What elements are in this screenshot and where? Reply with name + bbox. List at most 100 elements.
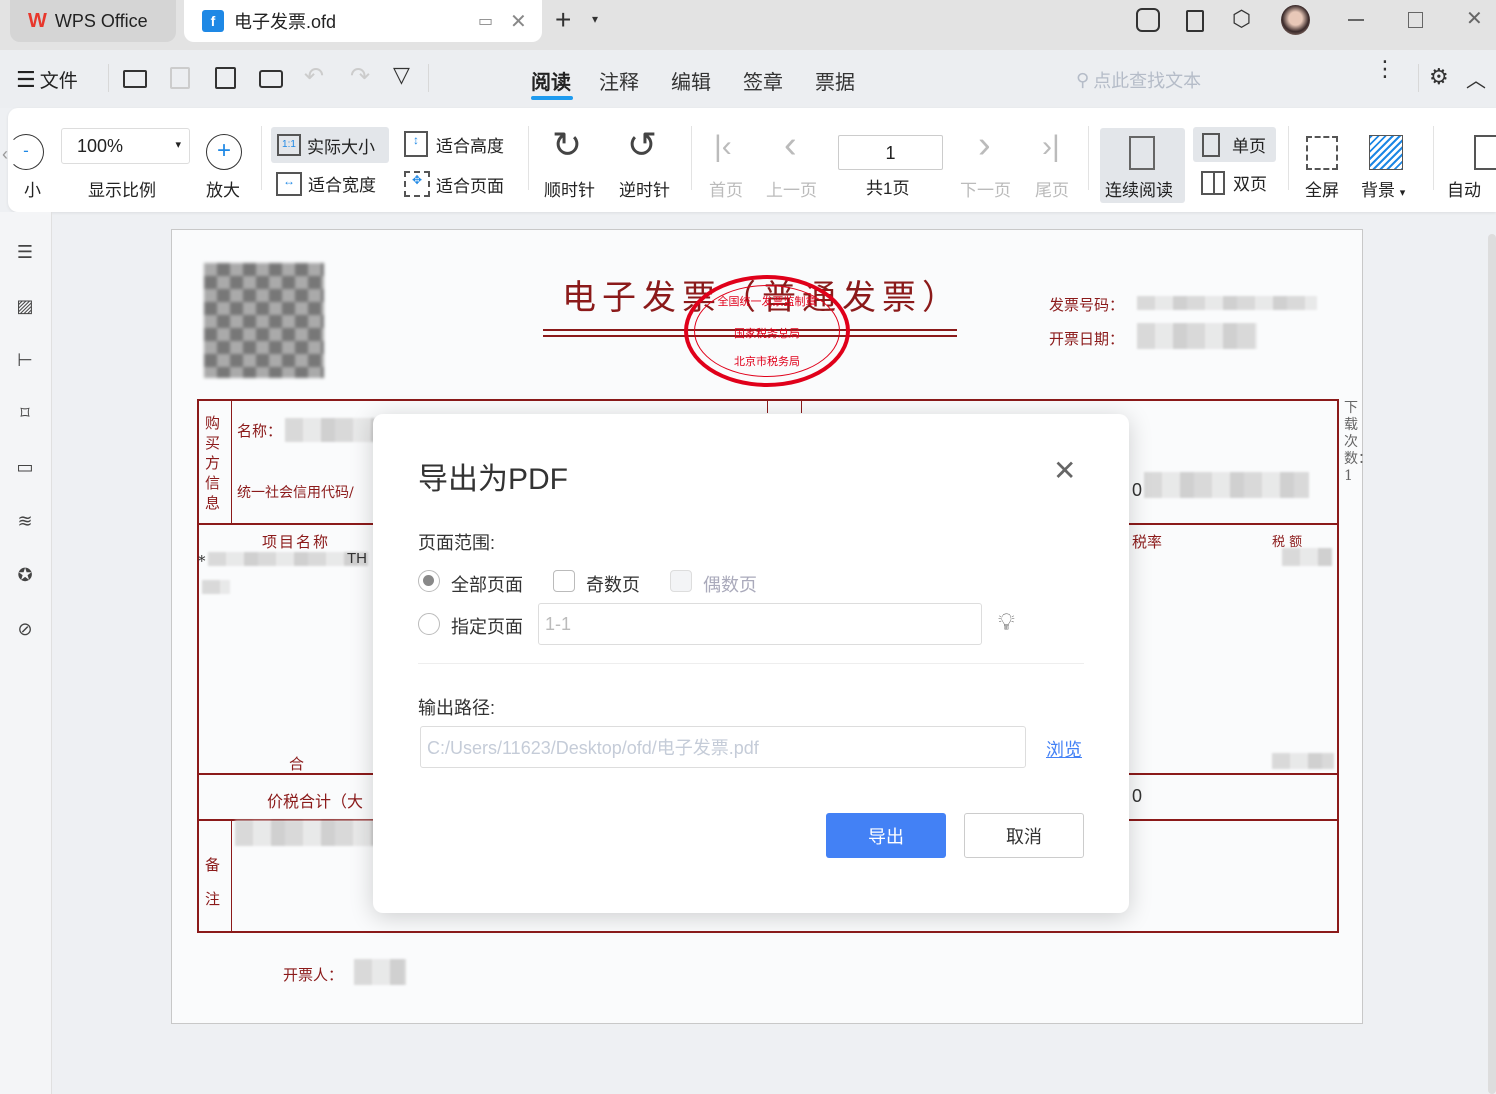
odd-pages-checkbox[interactable] xyxy=(553,570,575,592)
print-icon[interactable] xyxy=(259,70,283,88)
fullscreen-label[interactable]: 全屏 xyxy=(1305,176,1339,201)
open-folder-icon[interactable] xyxy=(123,70,147,88)
background-icon[interactable] xyxy=(1369,135,1403,170)
last-page-label[interactable]: 尾页 xyxy=(1035,176,1069,201)
search-placeholder: 点此查找文本 xyxy=(1093,71,1202,91)
active-tab-indicator xyxy=(531,96,573,100)
lightbulb-icon[interactable]: 💡︎ xyxy=(998,609,1015,637)
rotate-clockwise-icon[interactable]: ↻ xyxy=(552,124,582,166)
auto-scroll-icon[interactable] xyxy=(1474,135,1496,170)
next-page-icon[interactable]: › xyxy=(978,124,991,167)
new-tab-icon[interactable]: + xyxy=(555,4,571,36)
zoom-value: 100% xyxy=(77,136,124,156)
layers-icon[interactable]: ≋ xyxy=(13,509,37,533)
prev-page-label[interactable]: 上一页 xyxy=(766,176,817,201)
redo-icon[interactable]: ↷ xyxy=(350,62,370,91)
even-pages-checkbox[interactable] xyxy=(670,570,692,592)
invoice-number-label: 发票号码： xyxy=(1049,296,1125,314)
close-window-icon[interactable]: ✕ xyxy=(1466,6,1483,31)
zoom-in-icon[interactable]: + xyxy=(206,134,242,170)
close-tab-icon[interactable]: ✕ xyxy=(510,9,527,34)
tab-document[interactable]: f 电子发票.ofd ▭ ✕ xyxy=(184,0,542,42)
rotate-counterclockwise-label[interactable]: 逆时针 xyxy=(619,176,670,201)
rotate-clockwise-label[interactable]: 顺时针 xyxy=(544,176,595,201)
zoom-out-label[interactable]: 小 xyxy=(24,176,41,201)
tab-invoice[interactable]: 票据 xyxy=(815,66,855,95)
cube-icon[interactable]: ⬡ xyxy=(1232,6,1251,32)
comment-icon[interactable]: ▭ xyxy=(13,455,37,479)
save-icon[interactable] xyxy=(170,67,190,89)
first-page-label[interactable]: 首页 xyxy=(709,176,743,201)
minimize-icon[interactable] xyxy=(1348,19,1364,21)
more-dropdown-icon[interactable]: ▽ xyxy=(393,62,410,88)
next-page-label[interactable]: 下一页 xyxy=(960,176,1011,201)
tab-wps-home[interactable]: W WPS Office xyxy=(10,0,176,42)
monitor-icon[interactable]: ▭ xyxy=(478,11,493,31)
label: 双页 xyxy=(1233,175,1267,194)
tab-read[interactable]: 阅读 xyxy=(531,66,571,95)
continuous-read-button[interactable]: 连续阅读 xyxy=(1100,128,1185,203)
maximize-icon[interactable] xyxy=(1408,12,1423,28)
last-page-icon[interactable]: ›| xyxy=(1042,130,1060,164)
stamp-icon[interactable]: ✪ xyxy=(13,563,37,587)
tab-sign[interactable]: 签章 xyxy=(743,66,783,95)
fit-width-button[interactable]: ↔ 适合宽度 xyxy=(276,171,376,196)
continuous-read-icon xyxy=(1129,136,1155,170)
background-button[interactable]: 背景 ▾ xyxy=(1361,176,1405,201)
actual-size-button[interactable]: 1:1 实际大小 xyxy=(271,127,389,163)
chevron-down-icon[interactable]: ▾ xyxy=(592,12,598,26)
save-as-icon[interactable] xyxy=(215,67,236,89)
fit-page-button[interactable]: ✥ 适合页面 xyxy=(404,171,504,197)
more-options-icon[interactable]: ⋮ xyxy=(1374,58,1396,80)
prev-page-icon[interactable]: ‹ xyxy=(784,124,797,167)
page-number-input[interactable]: 1 xyxy=(838,135,943,170)
ai-assistant-icon[interactable] xyxy=(1136,8,1160,32)
attachment-icon[interactable]: ⊘ xyxy=(13,617,37,641)
tab-annotate[interactable]: 注释 xyxy=(599,66,639,95)
thumbnail-icon[interactable]: ▨ xyxy=(13,294,37,318)
specific-pages-radio[interactable] xyxy=(418,613,440,635)
browse-link[interactable]: 浏览 xyxy=(1046,736,1082,762)
scrollbar[interactable] xyxy=(1488,234,1496,1094)
undo-icon[interactable]: ↶ xyxy=(304,62,324,91)
output-path-input[interactable]: C:/Users/11623/Desktop/ofd/电子发票.pdf xyxy=(420,726,1026,768)
chevron-down-icon: ▾ xyxy=(1399,187,1406,199)
first-page-icon[interactable]: |‹ xyxy=(714,130,732,164)
total-amount-value: 0 xyxy=(1132,786,1143,806)
dialog-title: 导出为PDF xyxy=(418,463,568,496)
rotate-counterclockwise-icon[interactable]: ↺ xyxy=(627,124,657,166)
zoom-in-label[interactable]: 放大 xyxy=(206,176,240,201)
export-button[interactable]: 导出 xyxy=(826,813,946,858)
file-label: 文件 xyxy=(39,71,78,92)
all-pages-radio[interactable] xyxy=(418,570,440,592)
collapse-ribbon-icon[interactable]: ︿ xyxy=(1466,64,1486,93)
zoom-out-icon[interactable]: - xyxy=(8,134,44,170)
fit-page-icon: ✥ xyxy=(404,171,430,197)
label: 适合页面 xyxy=(436,176,504,196)
tab-edit[interactable]: 编辑 xyxy=(671,66,711,95)
close-dialog-icon[interactable]: ✕ xyxy=(1053,454,1076,487)
file-menu-button[interactable]: ☰ 文件 xyxy=(16,66,78,93)
specific-pages-label[interactable]: 指定页面 xyxy=(451,613,523,639)
title-bar: W WPS Office f 电子发票.ofd ▭ ✕ + ▾ ⬡ ✕ xyxy=(0,0,1496,50)
fit-height-button[interactable]: ↕ 适合高度 xyxy=(404,131,504,157)
outline-icon[interactable]: ☰ xyxy=(13,240,37,264)
auto-scroll-label[interactable]: 自动 xyxy=(1447,176,1481,201)
single-page-button[interactable]: 单页 xyxy=(1193,127,1276,162)
zoom-select[interactable]: 100% ▾ xyxy=(61,128,190,164)
settings-icon[interactable]: ⚙ xyxy=(1429,64,1449,90)
search-box[interactable]: ⚲ 点此查找文本 xyxy=(1076,67,1201,93)
cancel-button[interactable]: 取消 xyxy=(964,813,1084,858)
bookmark-icon[interactable]: ⌑ xyxy=(13,401,37,425)
structure-icon[interactable]: ⊢ xyxy=(13,348,37,372)
page-range-input[interactable]: 1-1 xyxy=(538,603,982,645)
odd-pages-label[interactable]: 奇数页 xyxy=(586,571,640,597)
double-page-button[interactable]: 双页 xyxy=(1201,170,1267,195)
avatar[interactable] xyxy=(1281,5,1310,35)
all-pages-label[interactable]: 全部页面 xyxy=(451,571,523,597)
tax-stamp: 全国统一发票监制章 国家税务总局 北京市税务局 xyxy=(684,275,850,387)
fullscreen-icon[interactable] xyxy=(1306,136,1338,170)
issuer-label: 开票人： xyxy=(283,966,344,984)
scroll-left-icon[interactable]: ‹ xyxy=(2,144,8,165)
windows-icon[interactable] xyxy=(1186,10,1204,32)
